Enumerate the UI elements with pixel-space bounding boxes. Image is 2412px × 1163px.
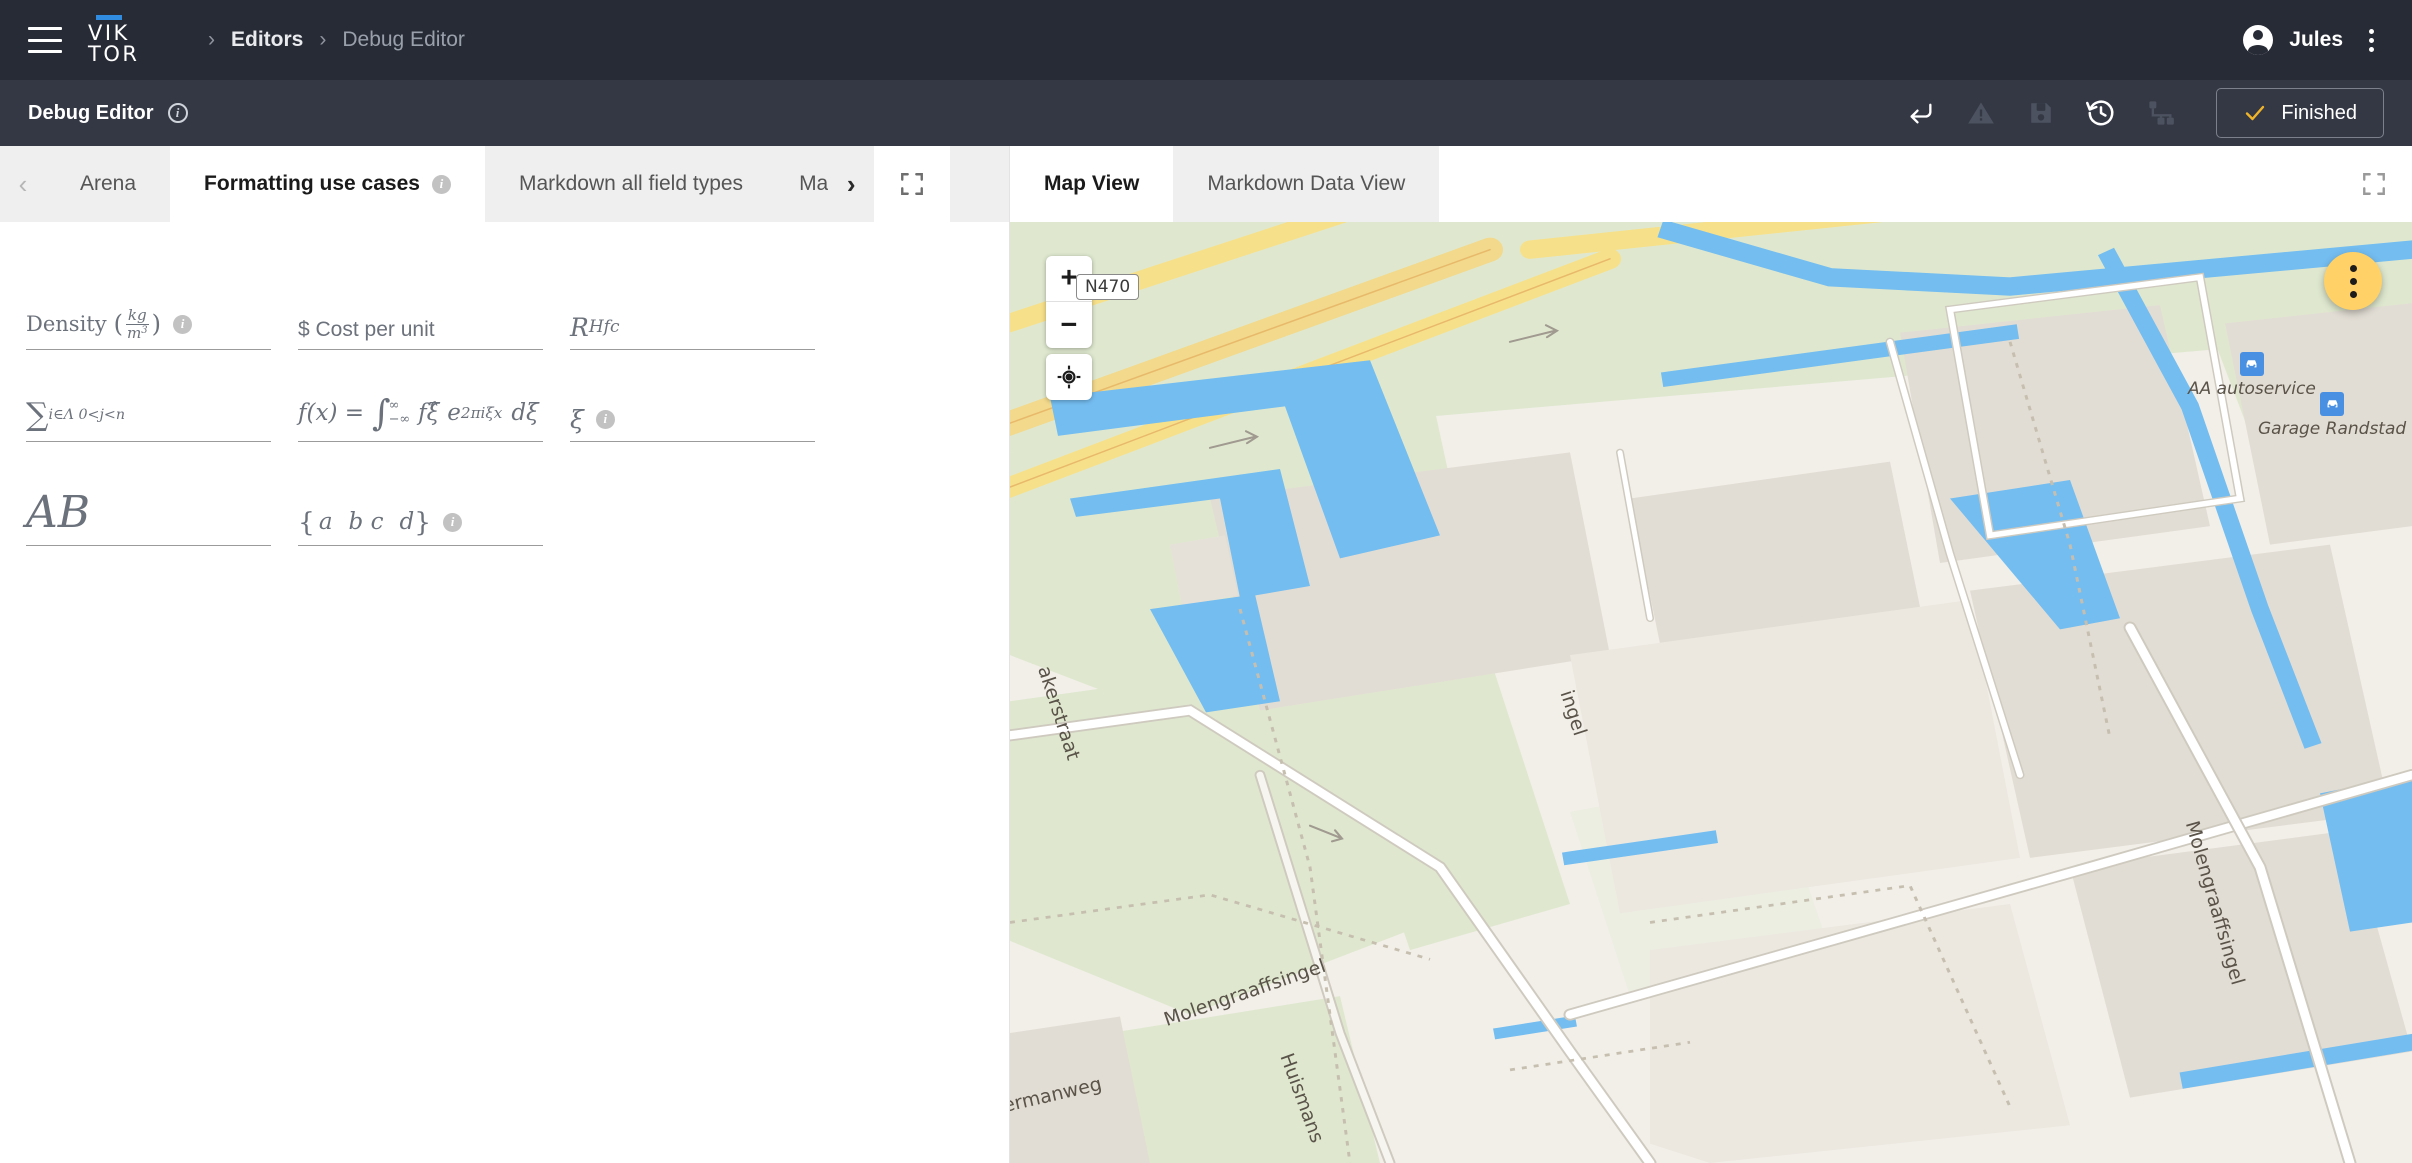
fourier-mid: fξ̂ xyxy=(418,399,440,426)
user-name-label[interactable]: Jules xyxy=(2289,28,2343,52)
fullscreen-icon[interactable] xyxy=(2336,146,2412,222)
field-label: ξ i xyxy=(570,405,615,434)
tab-formatting-use-cases[interactable]: Formatting use cases i xyxy=(170,146,485,222)
field-label: $ Cost per unit xyxy=(298,317,435,341)
field-cost-per-unit[interactable]: $ Cost per unit xyxy=(298,258,543,350)
check-icon xyxy=(2246,105,2265,121)
tab-label: Arena xyxy=(80,172,137,195)
zoom-out-button[interactable]: − xyxy=(1046,302,1092,348)
main-content: ‹ Arena Formatting use cases i Markdown … xyxy=(0,146,2412,1163)
top-bar-right-group: Jules xyxy=(2243,23,2384,58)
field-label: Density ( kg m3 ) i xyxy=(26,306,193,342)
field-column-3: R Hfc ξ i xyxy=(570,258,842,546)
tab-markdown-all-field-types[interactable]: Markdown all field types xyxy=(485,146,777,222)
toolbar-actions: Finished xyxy=(1906,88,2384,138)
field-xi[interactable]: ξ i xyxy=(570,350,815,442)
tab-strip-filler xyxy=(1439,146,2336,222)
view-panel: Map View Markdown Data View + − N470 AA … xyxy=(1010,146,2412,1163)
avatar[interactable] xyxy=(2243,25,2274,55)
field-ab[interactable]: AB xyxy=(26,442,271,546)
tree-icon[interactable] xyxy=(2146,98,2176,128)
viktor-logo[interactable]: VIK TOR xyxy=(88,13,154,67)
map-zoom-controls[interactable]: + − xyxy=(1046,256,1092,348)
logo-accent-bar xyxy=(96,15,122,20)
poi-garage-randstad[interactable]: Garage Randstad xyxy=(2258,392,2406,439)
map-canvas[interactable]: + − N470 AA autoservice Garage Randstad … xyxy=(1010,222,2412,1163)
field-fourier-transform[interactable]: f(x) = ∫ ∞ −∞ fξ̂ e 2πiξx dξ xyxy=(298,350,543,442)
field-grid: Density ( kg m3 ) i ∑ i∈Λ 0<j<n AB $ Cos… xyxy=(0,258,1009,546)
field-label: AB xyxy=(26,486,91,538)
finished-button-label: Finished xyxy=(2281,101,2357,124)
tab-scroll-left-icon[interactable]: ‹ xyxy=(0,146,46,222)
more-vertical-icon[interactable] xyxy=(2359,23,2384,58)
sum-symbol: ∑ xyxy=(26,397,49,434)
breadcrumb-separator: › xyxy=(319,28,327,51)
field-density[interactable]: Density ( kg m3 ) i xyxy=(26,258,271,350)
save-icon[interactable] xyxy=(2026,98,2056,128)
info-icon[interactable]: i xyxy=(443,512,463,532)
editor-panel: ‹ Arena Formatting use cases i Markdown … xyxy=(0,146,1010,1163)
editor-tab-strip: ‹ Arena Formatting use cases i Markdown … xyxy=(0,146,1009,222)
density-fraction: kg m3 xyxy=(125,306,149,342)
density-word: Density xyxy=(26,311,107,336)
tab-markdown-data-view[interactable]: Markdown Data View xyxy=(1173,146,1439,222)
logo-line-2: TOR xyxy=(88,42,140,66)
menu-icon[interactable] xyxy=(28,27,62,53)
tab-arena[interactable]: Arena xyxy=(46,146,170,222)
breadcrumb-item-editors[interactable]: Editors xyxy=(231,28,303,52)
tab-label: Markdown all field types xyxy=(518,172,744,195)
field-column-2: $ Cost per unit f(x) = ∫ ∞ −∞ fξ̂ e 2πiξx xyxy=(298,258,570,546)
fourier-exponent: 2πiξx xyxy=(460,404,503,423)
history-icon[interactable] xyxy=(2086,98,2116,128)
logo-line-1: VIK xyxy=(88,21,130,45)
finished-button[interactable]: Finished xyxy=(2216,88,2384,138)
tab-scroll-right-icon[interactable]: › xyxy=(828,146,874,222)
locate-icon[interactable] xyxy=(1046,354,1092,400)
info-icon[interactable]: i xyxy=(595,409,615,429)
tab-label: Ma xyxy=(799,172,829,195)
field-label: f(x) = ∫ ∞ −∞ fξ̂ e 2πiξx dξ xyxy=(298,394,539,433)
tab-markdown-truncated[interactable]: Ma xyxy=(777,146,828,222)
tab-label: Markdown Data View xyxy=(1207,172,1406,195)
car-repair-icon xyxy=(2239,352,2264,376)
info-icon[interactable]: i xyxy=(167,103,188,123)
breadcrumb: › Editors › Debug Editor xyxy=(194,28,465,52)
return-icon[interactable] xyxy=(1906,98,1936,128)
field-label: R Hfc xyxy=(570,312,620,342)
tab-label: Map View xyxy=(1044,172,1140,195)
form-area: Density ( kg m3 ) i ∑ i∈Λ 0<j<n AB $ Cos… xyxy=(0,222,1009,1163)
warning-icon[interactable] xyxy=(1966,98,1996,128)
fourier-lhs: f(x) = xyxy=(298,399,365,426)
road-shield-n470: N470 xyxy=(1076,274,1140,300)
page-title: Debug Editor xyxy=(28,101,154,124)
field-label: { a b c d } i xyxy=(298,508,463,537)
top-navigation-bar: VIK TOR › Editors › Debug Editor Jules xyxy=(0,0,2412,80)
sum-subscript: i∈Λ 0<j<n xyxy=(48,406,126,423)
breadcrumb-separator: › xyxy=(208,28,215,51)
poi-label: Garage Randstad xyxy=(2258,419,2407,439)
field-rhfc[interactable]: R Hfc xyxy=(570,258,815,350)
fourier-e: e xyxy=(447,399,461,426)
breadcrumb-item-current: Debug Editor xyxy=(342,28,465,51)
editor-toolbar: Debug Editor i Finished xyxy=(0,80,2412,146)
car-repair-icon xyxy=(2320,392,2345,416)
fourier-tail: dξ xyxy=(511,399,539,426)
field-summation[interactable]: ∑ i∈Λ 0<j<n xyxy=(26,350,271,442)
tab-label: Formatting use cases xyxy=(204,172,420,195)
integral-limits: ∞ −∞ xyxy=(388,397,411,428)
fullscreen-icon[interactable] xyxy=(874,146,951,222)
tab-map-view[interactable]: Map View xyxy=(1010,146,1174,222)
info-icon[interactable]: i xyxy=(173,314,193,334)
field-label: ∑ i∈Λ 0<j<n xyxy=(26,398,125,433)
field-set[interactable]: { a b c d } i xyxy=(298,442,543,546)
info-icon[interactable]: i xyxy=(431,174,451,194)
field-column-1: Density ( kg m3 ) i ∑ i∈Λ 0<j<n AB xyxy=(26,258,298,546)
view-tab-strip: Map View Markdown Data View xyxy=(1010,146,2412,222)
map-options-button[interactable] xyxy=(2324,252,2382,310)
